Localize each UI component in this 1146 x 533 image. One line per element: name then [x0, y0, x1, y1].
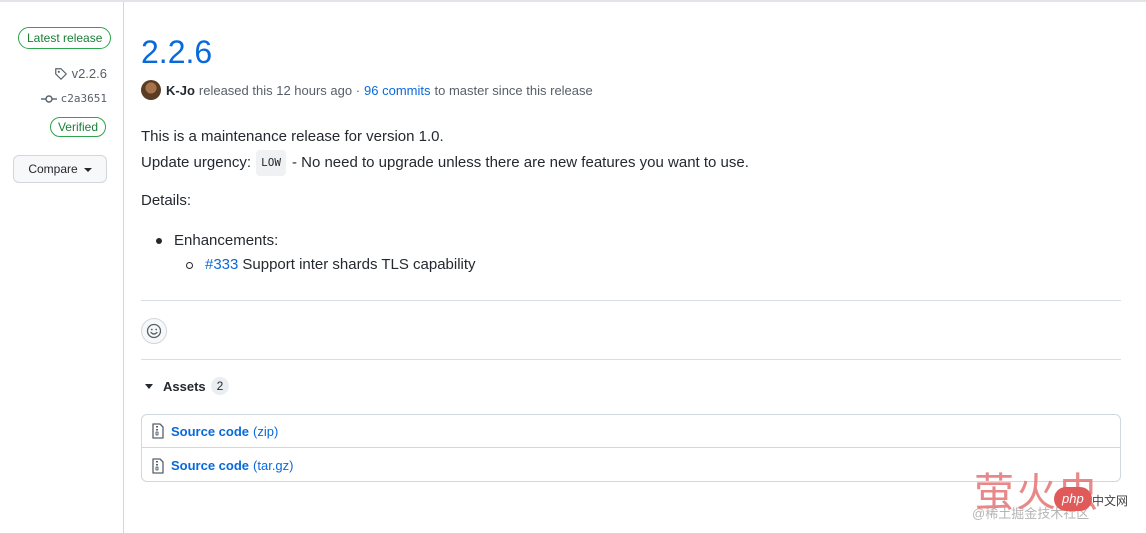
divider: [141, 359, 1121, 360]
release-title[interactable]: 2.2.6: [141, 33, 212, 71]
latest-release-badge: Latest release: [18, 27, 112, 49]
urgency-line: Update urgency: LOW - No need to upgrade…: [141, 150, 749, 176]
assets-toggle[interactable]: Assets 2: [145, 377, 230, 395]
verified-badge[interactable]: Verified: [49, 117, 106, 137]
assets-label: Assets: [163, 378, 206, 394]
commit-sha: c2a3651: [60, 92, 107, 105]
circle-bullet-icon: [186, 261, 193, 269]
details-label: Details:: [141, 192, 192, 209]
watermark-cn-text: 中文网: [1092, 494, 1129, 508]
asset-name[interactable]: Source code: [171, 424, 249, 439]
avatar[interactable]: [141, 80, 161, 100]
smiley-icon: [146, 323, 162, 339]
urgency-code: LOW: [256, 150, 286, 176]
asset-ext[interactable]: (zip): [253, 424, 278, 439]
released-text: released this 12 hours ago ·: [198, 82, 361, 98]
divider: [141, 300, 1121, 301]
top-divider: [0, 0, 1146, 2]
urgency-text: - No need to upgrade unless there are ne…: [291, 154, 749, 171]
file-zip-icon: [152, 457, 164, 474]
commits-suffix: to master since this release: [434, 82, 593, 98]
asset-row-zip[interactable]: Source code (zip): [142, 415, 1120, 448]
chevron-down-icon: [83, 167, 92, 172]
add-reaction-button[interactable]: [141, 318, 167, 344]
urgency-label: Update urgency:: [141, 154, 252, 171]
file-zip-icon: [152, 423, 164, 439]
tag-label: v2.2.6: [71, 66, 107, 81]
watermark-php-badge: php: [1054, 487, 1092, 511]
commit-icon: [40, 94, 57, 103]
assets-count: 2: [210, 377, 230, 395]
list-item: Enhancements:: [156, 230, 278, 252]
compare-label: Compare: [28, 162, 78, 176]
bullet-icon: [156, 238, 162, 244]
asset-ext[interactable]: (tar.gz): [253, 458, 293, 473]
release-sidebar: Latest release v2.2.6 c2a3651 Verified C…: [0, 2, 124, 533]
commit-link[interactable]: c2a3651: [40, 92, 107, 105]
tag-icon: [54, 67, 67, 80]
list-item-label: Enhancements:: [174, 232, 279, 249]
sub-list-item: #333 Support inter shards TLS capability: [186, 254, 476, 276]
triangle-down-icon: [145, 383, 153, 389]
issue-link[interactable]: #333: [205, 254, 238, 276]
sub-list-item-text: Support inter shards TLS capability: [242, 256, 476, 273]
tag-link[interactable]: v2.2.6: [54, 66, 107, 81]
author-link[interactable]: K-Jo: [166, 83, 195, 98]
compare-button[interactable]: Compare: [13, 155, 107, 183]
asset-name[interactable]: Source code: [171, 458, 249, 473]
release-byline: K-Jo released this 12 hours ago · 96 com…: [141, 80, 593, 100]
commits-link[interactable]: 96 commits: [364, 83, 430, 98]
release-paragraph: This is a maintenance release for versio…: [141, 128, 444, 145]
